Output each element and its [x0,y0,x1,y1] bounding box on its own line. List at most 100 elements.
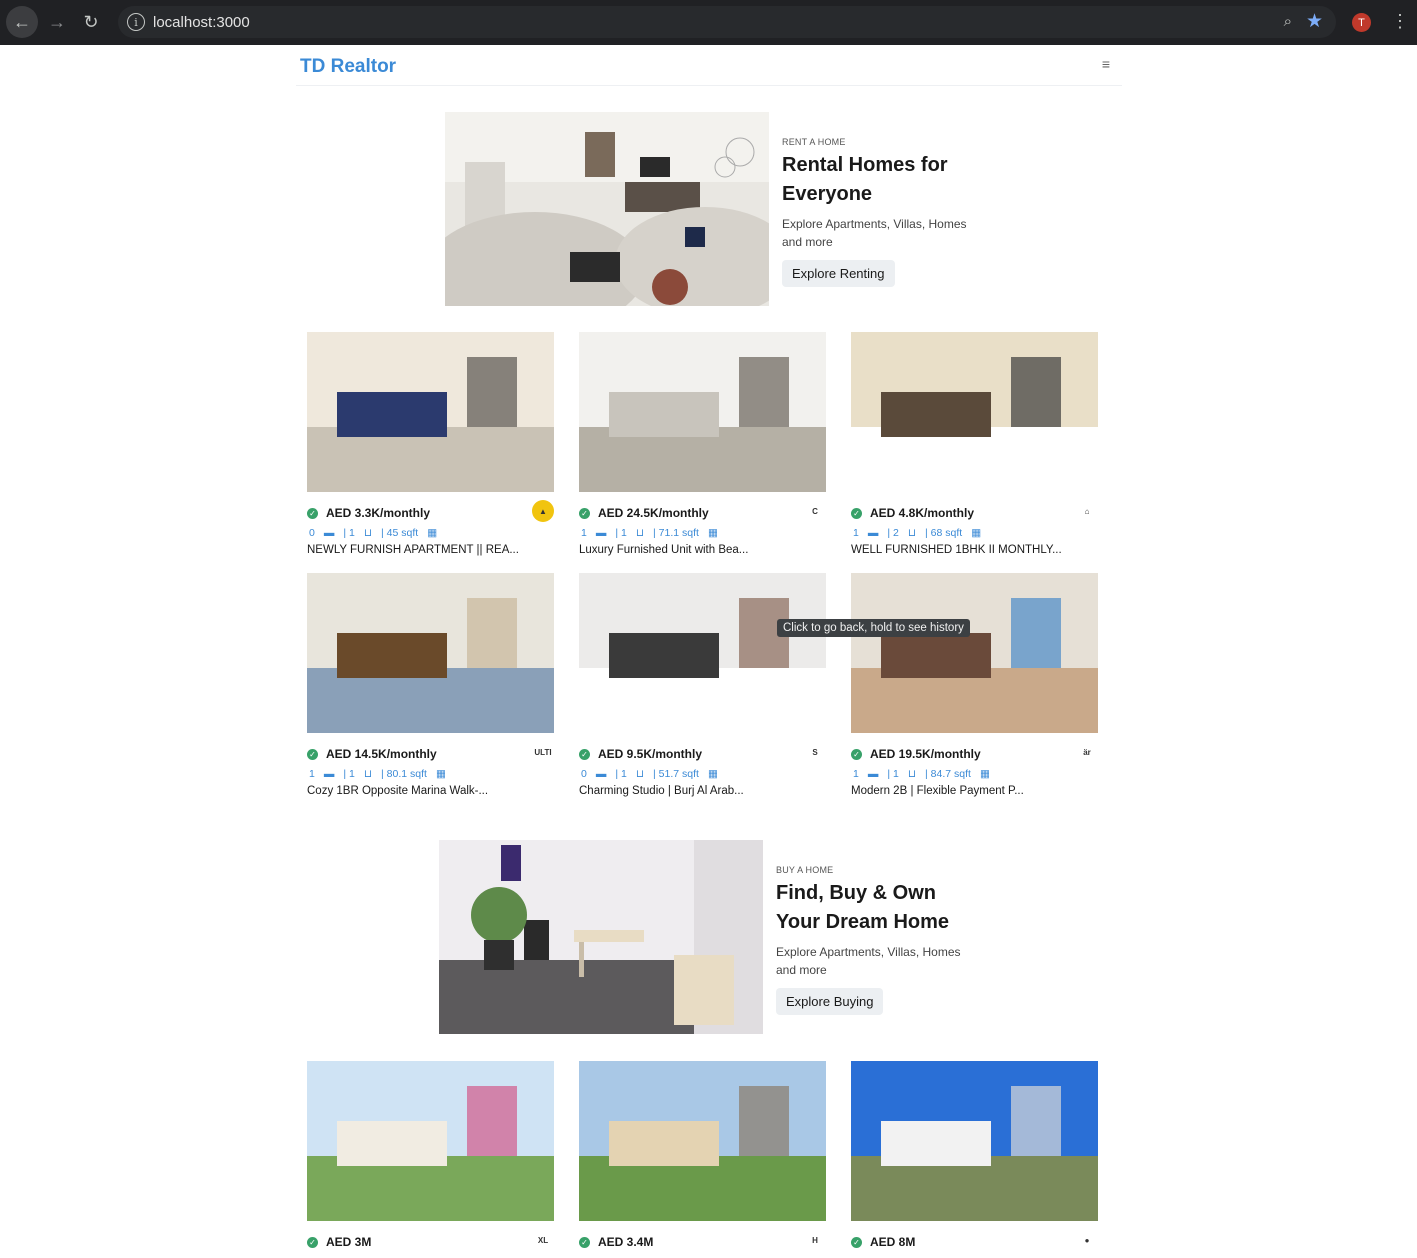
listing-photo[interactable] [579,573,826,733]
listing-specs: 1 ▬ | 1 ⊔ | 80.1 sqft ▦ [307,766,554,781]
listing-title[interactable]: Charming Studio | Burj Al Arab... [579,785,826,797]
listing-price: AED 19.5K/monthly [870,747,981,761]
listing-title[interactable]: Modern 2B | Flexible Payment P... [851,785,1098,797]
listing-price: AED 14.5K/monthly [326,747,437,761]
agency-logo: ⌂ [1076,500,1098,522]
listing-card[interactable]: ✓ AED 3M XL [307,1061,554,1252]
address-bar[interactable]: i localhost:3000 ⌕ ★ [118,6,1336,38]
listing-photo[interactable] [307,1061,554,1221]
buy-hero-eyebrow: BUY A HOME [776,865,834,875]
bathroom-count: | 1 [615,526,627,539]
listing-photo[interactable] [851,573,1098,733]
listing-card[interactable]: ✓ AED 19.5K/monthly är 1 ▬ | 1 ⊔ | 84.7 sqft ▦ Mo… [851,573,1098,797]
listing-specs: 1 ▬ | 1 ⊔ | 84.7 sqft ▦ [851,766,1098,781]
agency-logo: C [804,500,826,522]
area-text: | 51.7 sqft [653,767,699,780]
listing-card[interactable]: ✓ AED 24.5K/monthly C 1 ▬ | 1 ⊔ | 71.1 sqft ▦ Lux… [579,332,826,556]
listing-card[interactable]: ✓ AED 8M ● [851,1061,1098,1252]
listing-title[interactable]: Cozy 1BR Opposite Marina Walk-... [307,785,554,797]
listing-specs: 1 ▬ | 1 ⊔ | 71.1 sqft ▦ [579,525,826,540]
bed-icon: ▬ [595,767,607,780]
listing-price: AED 8M [870,1235,916,1249]
zoom-icon[interactable]: ⌕ [1284,13,1292,30]
listing-photo[interactable] [579,1061,826,1221]
listing-card[interactable]: ✓ AED 9.5K/monthly S 0 ▬ | 1 ⊔ | 51.7 sqft ▦ Char… [579,573,826,797]
bathroom-count: | 1 [887,767,899,780]
page-content: TD Realtor ≡ RENT A HOME Rental Homes fo… [0,45,1417,1258]
rent-hero-image [445,112,769,306]
profile-avatar[interactable]: T [1352,13,1371,32]
listing-price: AED 3.4M [598,1235,654,1249]
bath-icon: ⊔ [907,526,917,539]
rent-hero: RENT A HOME Rental Homes for Everyone Ex… [445,112,982,306]
grid-icon: ▦ [971,526,982,539]
back-button-tooltip: Click to go back, hold to see history [777,619,970,637]
bookmark-star-icon[interactable]: ★ [1306,10,1323,33]
explore-buying-button[interactable]: Explore Buying [776,988,884,1015]
listing-card[interactable]: ✓ AED 4.8K/monthly ⌂ 1 ▬ | 2 ⊔ | 68 sqft ▦ WELL F… [851,332,1098,556]
grid-icon: ▦ [707,767,718,780]
rent-hero-eyebrow: RENT A HOME [782,137,846,147]
bedroom-count: 1 [853,526,859,539]
bedroom-count: 1 [309,767,315,780]
listing-price: AED 3.3K/monthly [326,506,431,520]
verified-check-icon: ✓ [307,748,318,760]
forward-button[interactable]: → [41,6,73,38]
browser-menu-icon[interactable]: ⋮ [1391,11,1409,31]
url-text[interactable]: localhost:3000 [153,14,250,31]
listing-card[interactable]: ✓ AED 3.3K/monthly ▲ 0 ▬ | 1 ⊔ | 45 sqft ▦ NEWLY … [307,332,554,556]
rent-hero-title: Rental Homes for Everyone [782,154,948,205]
bath-icon: ⊔ [635,767,645,780]
bedroom-count: 0 [309,526,315,539]
verified-check-icon: ✓ [851,748,862,760]
bed-icon: ▬ [323,767,335,780]
buy-hero: BUY A HOME Find, Buy & Own Your Dream Ho… [439,840,976,1034]
agency-logo: ▲ [532,500,554,522]
bath-icon: ⊔ [635,526,645,539]
hamburger-icon[interactable]: ≡ [1102,56,1110,72]
area-text: | 71.1 sqft [653,526,699,539]
agency-logo: ● [1076,1229,1098,1251]
area-text: | 68 sqft [925,526,963,539]
listing-photo[interactable] [851,332,1098,492]
listing-photo[interactable] [851,1061,1098,1221]
listing-price: AED 9.5K/monthly [598,747,703,761]
listing-price: AED 3M [326,1235,372,1249]
bathroom-count: | 1 [343,526,355,539]
agency-logo: H [804,1229,826,1251]
back-button[interactable]: ← [6,6,38,38]
grid-icon: ▦ [979,767,990,780]
listing-title[interactable]: Luxury Furnished Unit with Bea... [579,544,826,556]
listing-card[interactable]: ✓ AED 3.4M H [579,1061,826,1252]
bed-icon: ▬ [867,526,879,539]
bath-icon: ⊔ [363,526,373,539]
listing-photo[interactable] [579,332,826,492]
listing-photo[interactable] [307,573,554,733]
listing-card[interactable]: ✓ AED 14.5K/monthly ULTI 1 ▬ | 1 ⊔ | 80.1 sqft ▦… [307,573,554,797]
bathroom-count: | 2 [887,526,899,539]
verified-check-icon: ✓ [307,1236,318,1248]
verified-check-icon: ✓ [851,1236,862,1248]
site-header: TD Realtor ≡ [296,45,1122,86]
bedroom-count: 1 [581,526,587,539]
site-info-icon[interactable]: i [127,13,145,31]
agency-logo: är [1076,741,1098,763]
bathroom-count: | 1 [615,767,627,780]
listing-specs: 0 ▬ | 1 ⊔ | 45 sqft ▦ [307,525,554,540]
bedroom-count: 0 [581,767,587,780]
area-text: | 80.1 sqft [381,767,427,780]
site-logo[interactable]: TD Realtor [300,56,396,78]
verified-check-icon: ✓ [579,1236,590,1248]
explore-renting-button[interactable]: Explore Renting [782,260,895,287]
verified-check-icon: ✓ [579,507,590,519]
agency-logo: S [804,741,826,763]
listing-price: AED 4.8K/monthly [870,506,975,520]
rent-hero-description: Explore Apartments, Villas, Homes and mo… [782,217,967,249]
bathroom-count: | 1 [343,767,355,780]
listing-title[interactable]: WELL FURNISHED 1BHK II MONTHLY... [851,544,1098,556]
listing-title[interactable]: NEWLY FURNISH APARTMENT || REA... [307,544,554,556]
bed-icon: ▬ [867,767,879,780]
buy-hero-image [439,840,763,1034]
reload-button[interactable]: ↻ [75,6,107,38]
listing-photo[interactable] [307,332,554,492]
